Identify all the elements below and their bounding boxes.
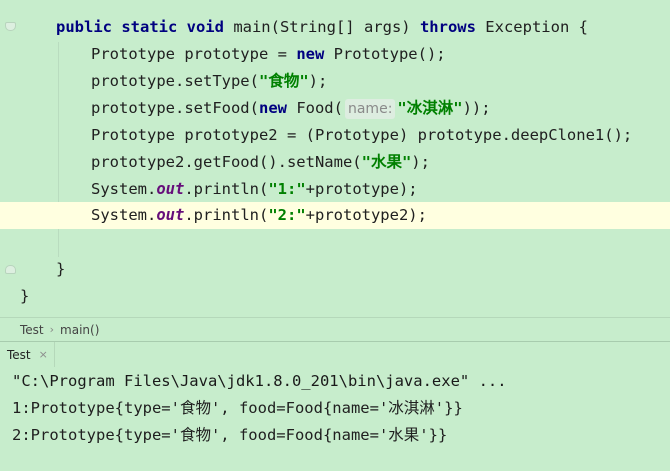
code-token: .println( xyxy=(184,206,269,224)
code-text: prototype.setType("食物"); xyxy=(91,68,327,95)
code-line[interactable]: } xyxy=(0,256,670,283)
string-literal: "水果" xyxy=(361,153,412,171)
code-line[interactable] xyxy=(0,229,670,256)
code-text: Prototype prototype2 = (Prototype) proto… xyxy=(91,122,632,149)
string-literal: "1:" xyxy=(268,180,306,198)
static-field: out xyxy=(156,206,185,224)
code-line[interactable]: System.out.println("1:"+prototype); xyxy=(0,176,670,203)
close-icon[interactable]: × xyxy=(39,348,48,361)
breadcrumb-class[interactable]: Test xyxy=(20,323,44,337)
code-token: } xyxy=(20,287,30,305)
code-line[interactable]: Prototype prototype2 = (Prototype) proto… xyxy=(0,122,670,149)
code-token: prototype2.getFood().setName( xyxy=(91,153,362,171)
code-token: ); xyxy=(308,72,328,90)
string-literal: "冰淇淋" xyxy=(397,99,463,117)
keyword: new xyxy=(258,99,287,117)
code-text: prototype.setFood(new Food(name: "冰淇淋")); xyxy=(91,95,491,122)
string-literal: "食物" xyxy=(258,72,309,90)
code-token: )); xyxy=(462,99,491,117)
code-text: } xyxy=(20,283,29,310)
code-token: prototype.setFood( xyxy=(91,99,259,117)
string-literal: "2:" xyxy=(268,206,306,224)
console-command-line: "C:\Program Files\Java\jdk1.8.0_201\bin\… xyxy=(12,372,507,390)
code-token: Prototype prototype = xyxy=(91,45,297,63)
code-token: +prototype2); xyxy=(305,206,427,224)
code-text: } xyxy=(56,256,65,283)
breadcrumb-method[interactable]: main() xyxy=(60,323,99,337)
code-line[interactable]: } xyxy=(0,283,670,310)
code-token: main(String[] args) xyxy=(223,18,420,36)
code-line[interactable]: prototype.setFood(new Food(name: "冰淇淋")); xyxy=(0,95,670,122)
tab-run-test[interactable]: Test × xyxy=(0,342,55,367)
code-token: System. xyxy=(91,206,157,224)
code-token: .println( xyxy=(184,180,269,198)
breadcrumb: Test › main() xyxy=(0,317,670,341)
code-token: Food( xyxy=(286,99,343,117)
code-text: System.out.println("1:"+prototype); xyxy=(91,176,418,203)
code-token: prototype.setType( xyxy=(91,72,259,90)
run-tool-window-header: Test × xyxy=(0,341,670,367)
code-line[interactable]: prototype2.getFood().setName("水果"); xyxy=(0,149,670,176)
code-line[interactable]: public static void main(String[] args) t… xyxy=(0,14,670,41)
static-field: out xyxy=(156,180,185,198)
run-console[interactable]: "C:\Program Files\Java\jdk1.8.0_201\bin\… xyxy=(0,367,670,471)
console-output-line: 1:Prototype{type='食物', food=Food{name='冰… xyxy=(12,399,463,417)
keyword: public static void xyxy=(56,18,224,36)
code-line[interactable]: prototype.setType("食物"); xyxy=(0,68,670,95)
code-text: public static void main(String[] args) t… xyxy=(56,14,588,41)
code-token: +prototype); xyxy=(305,180,418,198)
current-code-line[interactable]: System.out.println("2:"+prototype2); xyxy=(0,202,670,229)
keyword: new xyxy=(296,45,325,63)
code-token: } xyxy=(56,260,66,278)
code-token: Prototype prototype2 = (Prototype) proto… xyxy=(91,126,633,144)
code-token: ); xyxy=(411,153,430,171)
keyword: throws xyxy=(419,18,476,36)
code-editor[interactable]: public static void main(String[] args) t… xyxy=(0,0,670,317)
code-text: prototype2.getFood().setName("水果"); xyxy=(91,149,430,176)
code-text: System.out.println("2:"+prototype2); xyxy=(91,202,427,229)
code-line[interactable]: Prototype prototype = new Prototype(); xyxy=(0,41,670,68)
code-token: Prototype(); xyxy=(324,45,446,63)
run-tab-label: Test xyxy=(7,347,31,362)
breadcrumb-separator-icon: › xyxy=(49,323,55,336)
console-output-line: 2:Prototype{type='食物', food=Food{name='水… xyxy=(12,426,448,444)
code-token: Exception { xyxy=(475,18,588,36)
code-text: Prototype prototype = new Prototype(); xyxy=(91,41,446,68)
code-token: System. xyxy=(91,180,157,198)
parameter-hint: name: xyxy=(344,99,396,119)
